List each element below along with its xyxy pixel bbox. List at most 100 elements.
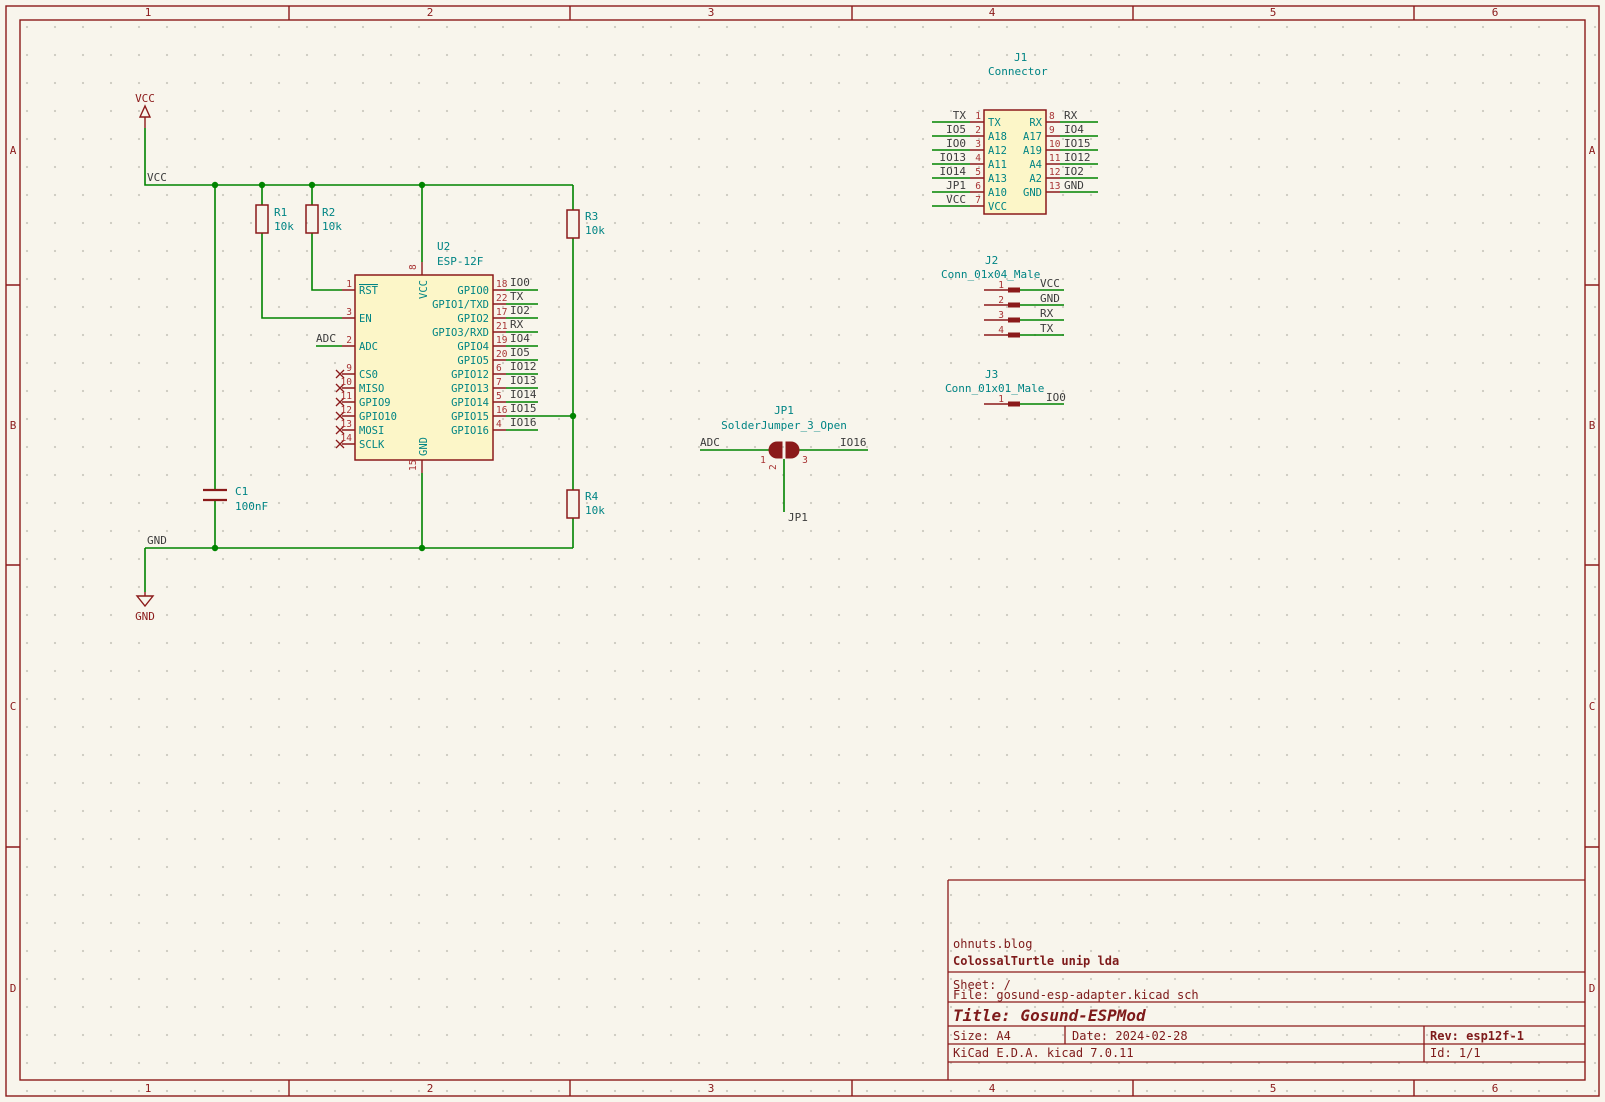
j1-pin-number: 7	[975, 195, 981, 206]
j1-pin-name: TX	[988, 117, 1001, 129]
r4-value: 10k	[585, 504, 605, 517]
net-label: TX	[953, 109, 967, 122]
net-label: JP1	[788, 511, 808, 524]
j1-pin-number: 13	[1049, 181, 1060, 192]
u2-pin-name: GPIO1/TXD	[432, 299, 489, 311]
u2-pin-name: EN	[359, 313, 372, 325]
r2-value: 10k	[322, 220, 342, 233]
j3-reference: J3	[985, 368, 998, 381]
u2-pin-name: RST	[359, 285, 379, 297]
titleblock-title: Title: Gosund-ESPMod	[953, 1006, 1146, 1025]
row-label-right: A	[1589, 144, 1596, 157]
u2-pin-number: 13	[341, 419, 352, 430]
u2-pin-name: MISO	[359, 383, 384, 395]
u2-pin-name: GPIO5	[457, 355, 489, 367]
net-label: IO14	[940, 165, 967, 178]
u2-pin-name: GND	[418, 437, 430, 456]
c1-body	[203, 490, 227, 500]
sheet-frame	[6, 6, 1599, 1096]
net-label: IO16	[840, 436, 867, 449]
titleblock-date: Date: 2024-02-28	[1072, 1029, 1188, 1043]
vcc-power-label: VCC	[135, 92, 155, 105]
j3-value: Conn_01x01_Male	[945, 382, 1044, 395]
net-label: IO5	[946, 123, 966, 136]
j1-pin-number: 5	[975, 167, 981, 178]
net-label: IO4	[1064, 123, 1084, 136]
u2-pin-number: 5	[496, 391, 502, 402]
u2-pin-number: 17	[496, 307, 507, 318]
net-label: TX	[1040, 322, 1054, 335]
r2-reference: R2	[322, 206, 335, 219]
u2-pin-name: GPIO12	[451, 369, 489, 381]
u2-pin-number: 12	[341, 405, 352, 416]
u2-pin-name: GPIO16	[451, 425, 489, 437]
j2-reference: J2	[985, 254, 998, 267]
j1-pin-name: VCC	[988, 201, 1007, 213]
col-label-bottom: 5	[1270, 1082, 1277, 1095]
j1-pin-name: A13	[988, 173, 1007, 185]
u2-pin-number: 3	[346, 307, 352, 318]
j1-pin-number: 8	[1049, 111, 1055, 122]
u2-pin-number: 19	[496, 335, 508, 346]
r1-body	[256, 205, 268, 233]
titleblock-id: Id: 1/1	[1430, 1046, 1481, 1060]
j1-pin-number: 10	[1049, 139, 1061, 150]
u2-pin-number: 14	[341, 433, 353, 444]
u2-value: ESP-12F	[437, 255, 483, 268]
col-label-top: 3	[708, 6, 715, 19]
u2-pin-name: GPIO4	[457, 341, 489, 353]
jp1-pin-number: 3	[802, 455, 808, 466]
row-label-left: A	[10, 144, 17, 157]
schematic-sheet: 1 2 3 4 5 6 1 2 3 4 5 6 A B C D A B C D	[0, 0, 1605, 1102]
j1-reference: J1	[1014, 51, 1027, 64]
row-label-left: D	[10, 982, 17, 995]
net-label: IO2	[1064, 165, 1084, 178]
j1-value: Connector	[988, 65, 1048, 78]
u2-pin-number: 11	[341, 391, 353, 402]
u2-pin-name: GPIO9	[359, 397, 391, 409]
net-label: IO2	[510, 304, 530, 317]
u2-pin-number: 9	[346, 363, 352, 374]
u2-pin-name: GPIO2	[457, 313, 489, 325]
j1-pin-number: 4	[975, 153, 981, 164]
net-label: VCC	[1040, 277, 1060, 290]
j3-pin-number: 1	[998, 394, 1004, 405]
net-label: RX	[510, 318, 524, 331]
j1-pin-name: GND	[1023, 187, 1042, 199]
adc-net-label: ADC	[316, 332, 336, 345]
u2-pin-number: 16	[496, 405, 508, 416]
col-label-top: 2	[427, 6, 434, 19]
col-label-bottom: 4	[989, 1082, 996, 1095]
net-label: VCC	[946, 193, 966, 206]
titleblock-tool: KiCad E.D.A. kicad 7.0.11	[953, 1046, 1134, 1060]
gnd-power-label: GND	[135, 610, 155, 623]
j1-pin-name: A4	[1029, 159, 1042, 171]
net-label: ADC	[700, 436, 720, 449]
u2-reference: U2	[437, 240, 450, 253]
r3-value: 10k	[585, 224, 605, 237]
net-label: IO4	[510, 332, 530, 345]
jp1-value: SolderJumper_3_Open	[721, 419, 847, 432]
net-label: IO13	[510, 374, 537, 387]
net-label: IO15	[510, 402, 537, 415]
j3-pin-tab	[1008, 402, 1020, 407]
c1-reference: C1	[235, 485, 248, 498]
u2-pin-name: GPIO15	[451, 411, 489, 423]
u2-pin-number: 10	[341, 377, 353, 388]
net-label: RX	[1040, 307, 1054, 320]
titleblock-file: File: gosund-esp-adapter.kicad_sch	[953, 988, 1199, 1002]
col-label-bottom: 3	[708, 1082, 715, 1095]
row-label-right: C	[1589, 700, 1596, 713]
u2-pin-name: ADC	[359, 341, 378, 353]
j2-pin-number: 2	[998, 295, 1004, 306]
net-label: RX	[1064, 109, 1078, 122]
j1-pin-number: 2	[975, 125, 981, 136]
titleblock-company: ColossalTurtle unip lda	[953, 954, 1119, 968]
j1-pin-name: A12	[988, 145, 1007, 157]
net-label: IO0	[510, 276, 530, 289]
net-label: IO16	[510, 416, 537, 429]
u2-pin-number: 18	[496, 279, 508, 290]
u2-pin-number: 15	[408, 460, 419, 471]
row-label-left: B	[10, 419, 17, 432]
net-label: IO14	[510, 388, 537, 401]
